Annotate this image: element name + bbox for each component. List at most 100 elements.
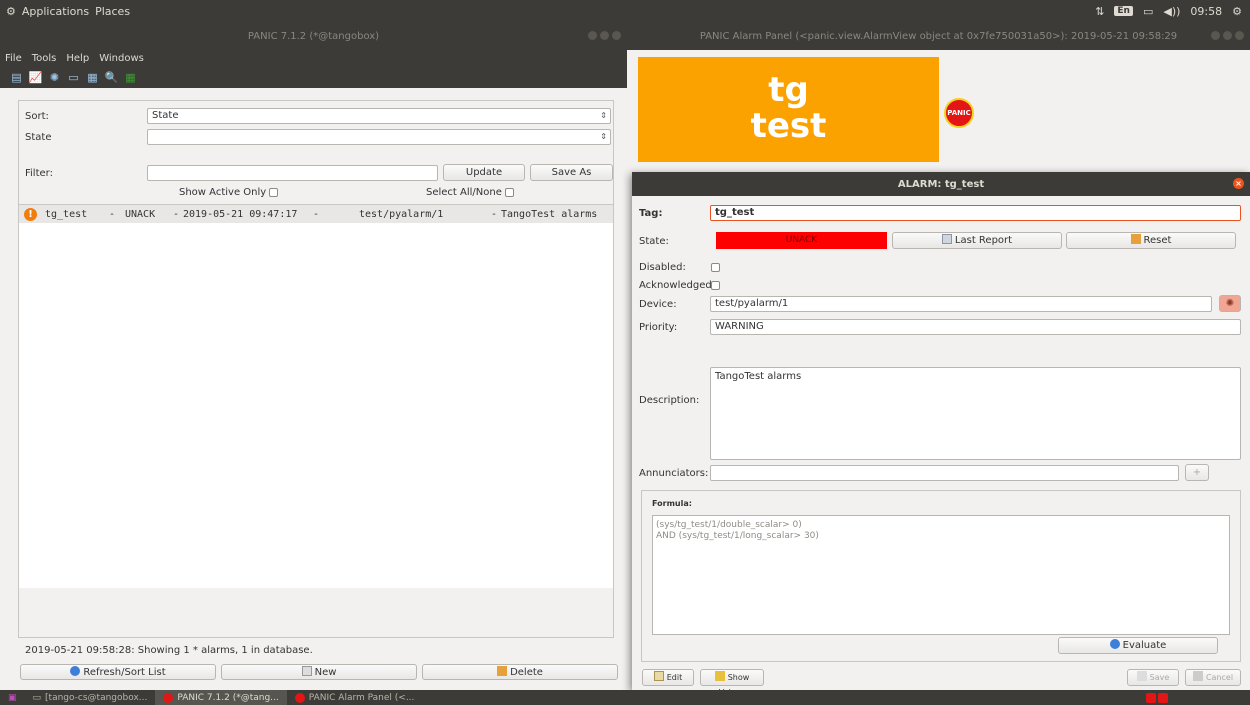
evaluate-button[interactable]: Evaluate [1058,637,1218,654]
annunciators-input[interactable] [710,465,1179,481]
taskbar-item-label: PANIC 7.1.2 (*@tang... [177,692,279,703]
select-all-checkbox[interactable] [504,187,514,197]
menu-tools[interactable]: Tools [32,53,57,64]
network-icon[interactable]: ⇅ [1095,5,1104,18]
tag-input[interactable]: tg_test [710,205,1241,221]
disabled-checkbox[interactable] [711,263,720,272]
alarm-list-frame: Sort: State ⇕ State ⇕ Filter: Update Sav… [18,100,614,638]
sort-combo[interactable]: State ⇕ [147,108,611,124]
workspace-icon[interactable] [1146,692,1156,703]
dialog-titlebar[interactable]: ALARM: tg_test × [632,172,1250,196]
disabled-label: Disabled: [639,262,686,273]
alarm-row[interactable]: ! tg_test - UNACK - 2019-05-21 09:47:17 … [19,205,613,223]
taskbar-item-alarm-panel[interactable]: PANIC Alarm Panel (<... [287,690,423,705]
workspace-switcher[interactable] [1146,692,1168,703]
chart-icon[interactable]: 📈 [29,71,43,84]
show-active-only-option[interactable]: Show Active Only [179,187,279,198]
places-menu[interactable]: Places [95,5,130,18]
save-icon [1136,671,1147,681]
panic-app-icon [294,692,305,703]
edit-label: Edit [666,673,683,682]
acknowledged-checkbox[interactable] [711,281,720,290]
workspace-icon[interactable] [1158,692,1168,703]
last-report-label: Last Report [954,235,1013,246]
delete-alarm-button[interactable]: Delete [422,664,618,680]
formula-textarea[interactable]: (sys/tg_test/1/double_scalar> 0) AND (sy… [652,515,1230,635]
state-combo[interactable]: ⇕ [147,129,611,145]
combo-arrow-icon: ⇕ [600,111,607,120]
close-icon[interactable] [1235,31,1244,40]
maximize-icon[interactable] [1223,31,1232,40]
new-document-icon [301,666,312,676]
annunciators-label: Annunciators: [639,468,709,479]
alarm-tile[interactable]: tg test [638,57,939,162]
formula-label: Formula: [652,499,692,508]
applications-menu[interactable]: Applications [22,5,89,18]
menu-help[interactable]: Help [66,53,89,64]
terminal-icon[interactable]: ▭ [67,71,80,84]
panic-main-titlebar[interactable]: PANIC 7.1.2 (*@tangobox) [0,22,627,50]
state-indicator: UNACK [716,232,887,249]
alarm-panel-titlebar[interactable]: PANIC Alarm Panel (<panic.view.AlarmView… [627,22,1250,50]
list-icon[interactable]: ▤ [10,71,23,84]
clock[interactable]: 09:58 [1190,5,1222,18]
acknowledged-label: Acknowledged: [639,280,716,291]
save-button[interactable]: Save [1127,669,1179,686]
new-alarm-button[interactable]: New [221,664,417,680]
gear-icon[interactable]: ✺ [48,71,61,84]
taskbar-item-panic-main[interactable]: PANIC 7.1.2 (*@tang... [155,690,287,705]
state-label: State [25,132,52,143]
last-report-button[interactable]: Last Report [892,232,1062,249]
panic-logo-icon[interactable]: PANIC [944,98,974,128]
keyboard-language-indicator[interactable]: En [1114,6,1133,16]
search-icon[interactable]: 🔍 [105,71,119,84]
show-desktop-icon[interactable]: ▣ [0,690,25,705]
device-label: Device: [639,299,677,310]
battery-icon[interactable]: ▭ [1143,5,1153,18]
refresh-sort-button[interactable]: Refresh/Sort List [20,664,216,680]
alarm-list[interactable]: ! tg_test - UNACK - 2019-05-21 09:47:17 … [19,204,613,588]
report-icon [941,234,952,244]
formula-line: AND (sys/tg_test/1/long_scalar> 30) [656,531,819,541]
formula-frame: Formula: (sys/tg_test/1/double_scalar> 0… [641,490,1241,662]
taskbar: ▣ ▭ [tango-cs@tangobox... PANIC 7.1.2 (*… [0,690,1250,705]
formula-line: (sys/tg_test/1/double_scalar> 0) [656,520,802,530]
cancel-button[interactable]: Cancel [1185,669,1241,686]
calculator-icon[interactable]: ▦ [86,71,99,84]
add-annunciator-button[interactable]: + [1185,464,1209,481]
volume-icon[interactable]: ◀)) [1163,5,1180,18]
grid-icon[interactable]: ▦ [124,71,137,84]
broom-icon [497,666,508,676]
taskbar-item-terminal[interactable]: ▭ [tango-cs@tangobox... [25,690,156,705]
separator: - [491,208,498,220]
close-icon[interactable]: × [1233,178,1244,189]
separator: - [173,208,180,220]
close-icon[interactable] [612,31,621,40]
panic-app-icon [163,692,174,703]
system-settings-icon[interactable]: ⚙ [1232,5,1242,18]
minimize-icon[interactable] [1211,31,1220,40]
filter-input[interactable] [147,165,438,181]
refresh-icon [70,666,81,676]
save-as-button[interactable]: Save As [530,164,613,181]
menu-file[interactable]: File [5,53,22,64]
edit-button[interactable]: Edit [642,669,694,686]
reset-button[interactable]: Reset [1066,232,1236,249]
maximize-icon[interactable] [600,31,609,40]
description-textarea[interactable]: TangoTest alarms [710,367,1241,460]
show-values-button[interactable]: Show Values [700,669,764,697]
ubuntu-logo-icon[interactable]: ⚙ [6,5,16,18]
alarm-description: TangoTest alarms [501,208,598,220]
panic-main-window: File Tools Help Windows ▤ 📈 ✺ ▭ ▦ 🔍 ▦ So… [0,50,627,690]
select-all-option[interactable]: Select All/None [426,187,514,198]
tile-line-1: tg [768,70,809,110]
device-config-button[interactable]: ✺ [1219,295,1241,312]
device-input[interactable]: test/pyalarm/1 [710,296,1212,312]
menu-windows[interactable]: Windows [99,53,144,64]
update-button[interactable]: Update [443,164,525,181]
minimize-icon[interactable] [588,31,597,40]
priority-input[interactable]: WARNING [710,319,1241,335]
show-active-only-checkbox[interactable] [269,187,279,197]
cancel-icon [1192,671,1203,681]
broom-icon [1130,234,1141,244]
